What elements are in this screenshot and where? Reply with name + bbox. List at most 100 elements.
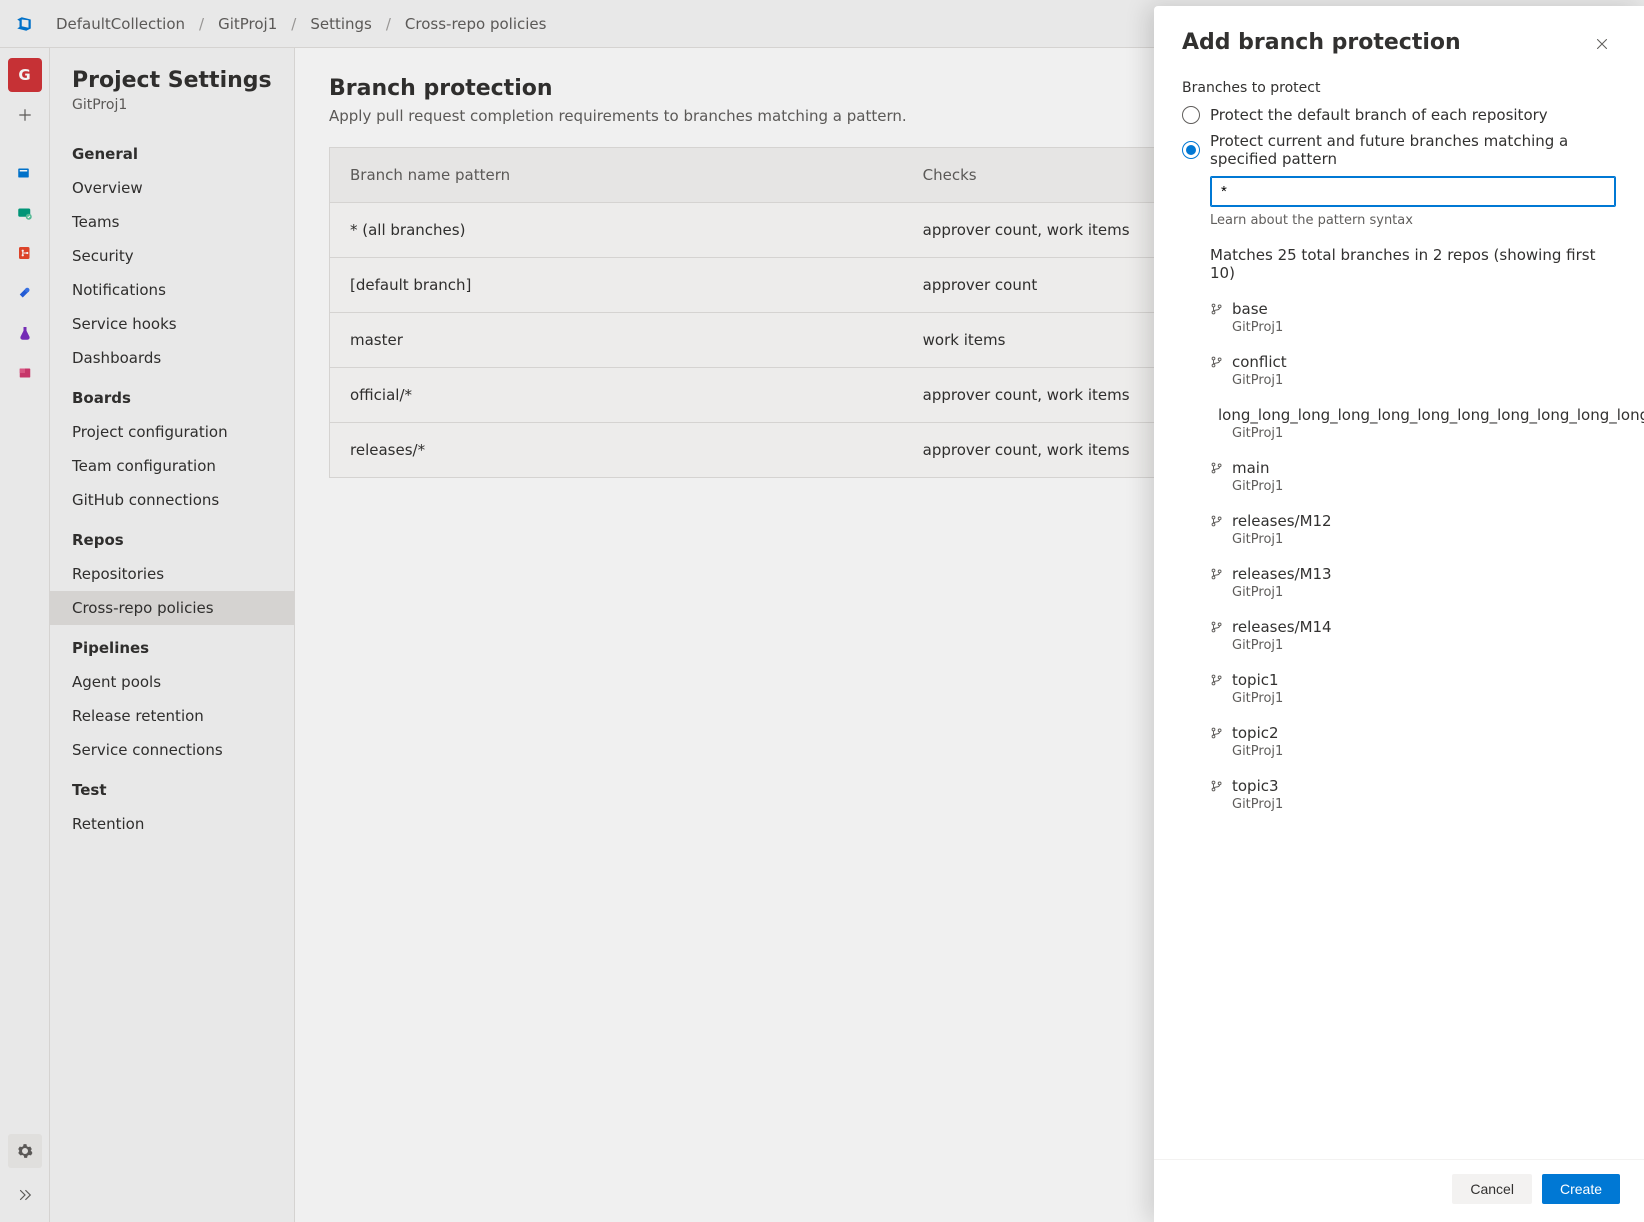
settings-project-name: GitProj1 (50, 97, 294, 131)
branch-name: conflict (1232, 353, 1287, 371)
sidebar-group-title: Boards (50, 375, 294, 415)
branch-icon (1210, 355, 1224, 369)
branch-repo: GitProj1 (1232, 320, 1616, 335)
sidebar-item-security[interactable]: Security (50, 239, 294, 273)
sidebar-item-agent-pools[interactable]: Agent pools (50, 665, 294, 699)
branch-name: long_long_long_long_long_long_long_long_… (1218, 406, 1644, 424)
sidebar-item-project-configuration[interactable]: Project configuration (50, 415, 294, 449)
branch-icon (1210, 514, 1224, 528)
branch-name: releases/M14 (1232, 618, 1332, 636)
sidebar-item-service-hooks[interactable]: Service hooks (50, 307, 294, 341)
branch-icon (1210, 673, 1224, 687)
project-avatar[interactable]: G (8, 58, 42, 92)
sidebar-item-release-retention[interactable]: Release retention (50, 699, 294, 733)
add-button[interactable] (8, 98, 42, 132)
branch-repo: GitProj1 (1232, 744, 1616, 759)
sidebar-item-retention[interactable]: Retention (50, 807, 294, 841)
sidebar-item-service-connections[interactable]: Service connections (50, 733, 294, 767)
nav-repos[interactable] (8, 236, 42, 270)
sidebar-item-cross-repo-policies[interactable]: Cross-repo policies (50, 591, 294, 625)
branch-repo: GitProj1 (1232, 426, 1616, 441)
nav-project-settings[interactable] (8, 1134, 42, 1168)
branch-repo: GitProj1 (1232, 585, 1616, 600)
nav-collapse[interactable] (8, 1178, 42, 1212)
breadcrumb-project[interactable]: GitProj1 (218, 15, 277, 33)
radio-protect-pattern[interactable]: Protect current and future branches matc… (1182, 132, 1616, 168)
breadcrumb-settings[interactable]: Settings (310, 15, 372, 33)
branch-name: main (1232, 459, 1269, 477)
sidebar-item-overview[interactable]: Overview (50, 171, 294, 205)
sidebar-group-title: Pipelines (50, 625, 294, 665)
branch-match-item[interactable]: topic3 GitProj1 (1210, 769, 1616, 822)
close-icon (1593, 35, 1611, 53)
breadcrumb: DefaultCollection / GitProj1 / Settings … (56, 15, 546, 33)
azure-devops-logo[interactable] (10, 10, 38, 38)
branch-match-item[interactable]: base GitProj1 (1210, 292, 1616, 345)
branch-match-item[interactable]: releases/M13 GitProj1 (1210, 557, 1616, 610)
branch-icon (1210, 567, 1224, 581)
branch-icon (1210, 779, 1224, 793)
branch-icon (1210, 302, 1224, 316)
test-icon (16, 324, 34, 342)
repos-icon (16, 244, 34, 262)
branch-match-item[interactable]: topic1GitProj1 (1210, 663, 1616, 716)
cell-branch-pattern: releases/* (330, 423, 903, 478)
branch-name: topic3 (1232, 777, 1279, 795)
branch-repo: GitProj1 (1232, 638, 1616, 653)
branch-icon (1210, 620, 1224, 634)
azure-devops-icon (15, 15, 33, 33)
radio-protect-default-label: Protect the default branch of each repos… (1210, 106, 1548, 124)
nav-test-plans[interactable] (8, 316, 42, 350)
branch-repo: GitProj1 (1232, 797, 1616, 812)
sidebar-item-dashboards[interactable]: Dashboards (50, 341, 294, 375)
breadcrumb-sep: / (291, 15, 296, 33)
col-branch-pattern[interactable]: Branch name pattern (330, 148, 903, 203)
branch-name: base (1232, 300, 1268, 318)
branch-repo: GitProj1 (1232, 479, 1616, 494)
artifacts-icon (16, 364, 34, 382)
settings-title: Project Settings (50, 68, 294, 97)
radio-protect-default[interactable]: Protect the default branch of each repos… (1182, 106, 1616, 124)
branch-name: releases/M13 (1232, 565, 1332, 583)
breadcrumb-sep: / (386, 15, 391, 33)
pattern-syntax-help-link[interactable]: Learn about the pattern syntax (1210, 213, 1413, 228)
sidebar-item-teams[interactable]: Teams (50, 205, 294, 239)
pattern-input[interactable] (1210, 176, 1616, 207)
nav-pipelines[interactable] (8, 276, 42, 310)
nav-overview[interactable] (8, 156, 42, 190)
sidebar-item-github-connections[interactable]: GitHub connections (50, 483, 294, 517)
branch-repo: GitProj1 (1232, 532, 1616, 547)
branch-match-item[interactable]: conflict GitProj1 (1210, 345, 1616, 398)
boards-icon (16, 204, 34, 222)
sidebar-group-title: Repos (50, 517, 294, 557)
radio-protect-pattern-label: Protect current and future branches matc… (1210, 132, 1616, 168)
dashboard-icon (16, 164, 34, 182)
branch-name: topic2 (1232, 724, 1279, 742)
breadcrumb-collection[interactable]: DefaultCollection (56, 15, 185, 33)
branch-name: topic1 (1232, 671, 1279, 689)
branch-match-item[interactable]: long_long_long_long_long_long_long_long_… (1210, 398, 1616, 451)
sidebar-item-team-configuration[interactable]: Team configuration (50, 449, 294, 483)
settings-sidebar: Project Settings GitProj1 GeneralOvervie… (50, 48, 295, 1222)
branch-match-item[interactable]: releases/M14 GitProj1 (1210, 610, 1616, 663)
branch-icon (1210, 726, 1224, 740)
sidebar-item-notifications[interactable]: Notifications (50, 273, 294, 307)
gear-icon (16, 1142, 34, 1160)
branch-match-item[interactable]: topic2 GitProj1 (1210, 716, 1616, 769)
cancel-button[interactable]: Cancel (1452, 1174, 1532, 1204)
branch-match-item[interactable]: releases/M12GitProj1 (1210, 504, 1616, 557)
sidebar-group-title: Test (50, 767, 294, 807)
cell-branch-pattern: * (all branches) (330, 203, 903, 258)
nav-rail: G (0, 48, 50, 1222)
pipelines-icon (16, 284, 34, 302)
branch-repo: GitProj1 (1232, 373, 1616, 388)
double-chevron-right-icon (16, 1186, 34, 1204)
create-button[interactable]: Create (1542, 1174, 1620, 1204)
breadcrumb-page[interactable]: Cross-repo policies (405, 15, 547, 33)
panel-title: Add branch protection (1182, 30, 1461, 55)
close-button[interactable] (1588, 30, 1616, 58)
sidebar-item-repositories[interactable]: Repositories (50, 557, 294, 591)
nav-boards[interactable] (8, 196, 42, 230)
branch-match-item[interactable]: main GitProj1 (1210, 451, 1616, 504)
nav-artifacts[interactable] (8, 356, 42, 390)
